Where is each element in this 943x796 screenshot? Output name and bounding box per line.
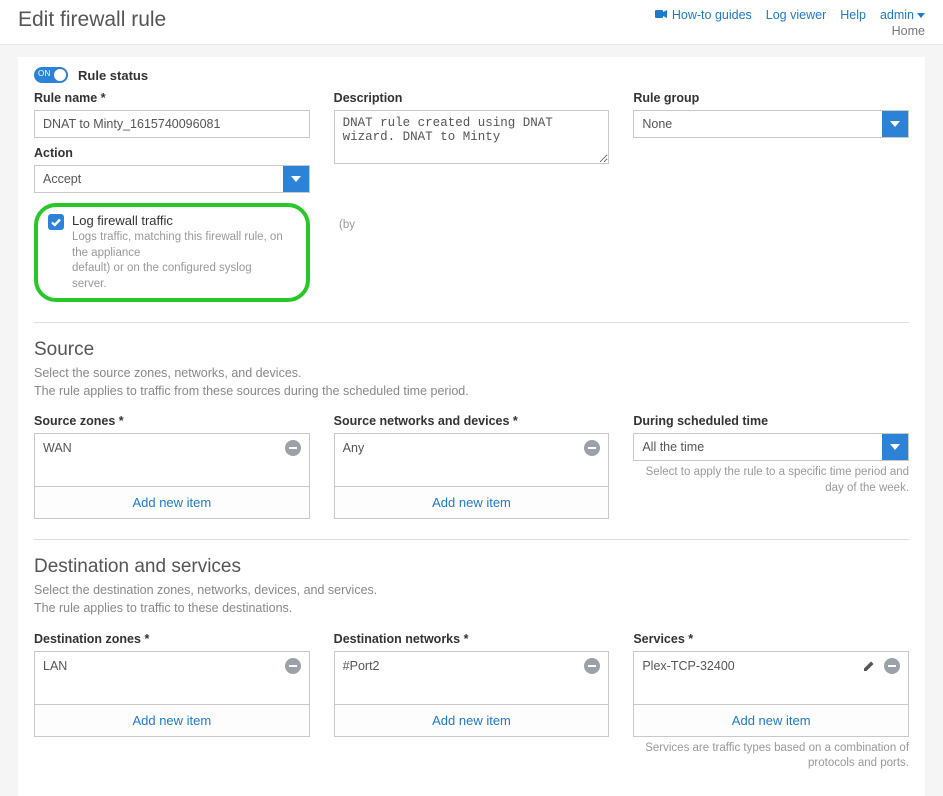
dest-section-title: Destination and services: [34, 556, 909, 578]
dest-networks-box[interactable]: #Port2: [334, 651, 610, 705]
source-networks-label: Source networks and devices: [334, 414, 610, 428]
log-traffic-help: Logs traffic, matching this firewall rul…: [72, 230, 286, 292]
source-networks-box[interactable]: Any: [334, 433, 610, 487]
chevron-down-icon[interactable]: [882, 434, 908, 460]
description-label: Description: [334, 91, 610, 105]
remove-icon[interactable]: [285, 658, 301, 674]
scheduled-time-help: Select to apply the rule to a specific t…: [633, 465, 909, 496]
source-section-title: Source: [34, 339, 909, 361]
chevron-down-icon[interactable]: [283, 166, 309, 192]
breadcrumb-home[interactable]: Home: [892, 24, 925, 38]
rule-name-input[interactable]: [34, 110, 310, 138]
action-dropdown[interactable]: Accept: [34, 165, 310, 193]
dest-networks-label: Destination networks: [334, 632, 610, 646]
rule-status-toggle[interactable]: ON: [34, 67, 68, 83]
remove-icon[interactable]: [584, 440, 600, 456]
add-service-button[interactable]: Add new item: [633, 705, 909, 737]
top-links: How-to guides Log viewer Help admin Home: [655, 8, 925, 38]
rule-name-label: Rule name: [34, 91, 310, 105]
log-traffic-highlight: Log firewall traffic Logs traffic, match…: [34, 203, 310, 302]
rule-group-label: Rule group: [633, 91, 909, 105]
rule-status-label: Rule status: [78, 68, 148, 83]
help-link[interactable]: Help: [840, 8, 866, 22]
howto-guides-link[interactable]: How-to guides: [655, 8, 752, 22]
log-viewer-link[interactable]: Log viewer: [766, 8, 826, 22]
source-zones-box[interactable]: WAN: [34, 433, 310, 487]
log-traffic-label: Log firewall traffic: [72, 213, 286, 228]
user-menu[interactable]: admin: [880, 8, 925, 22]
source-zones-label: Source zones: [34, 414, 310, 428]
scheduled-time-label: During scheduled time: [633, 414, 909, 428]
services-box[interactable]: Plex-TCP-32400: [633, 651, 909, 705]
log-traffic-help-overflow: (by: [339, 219, 355, 231]
source-section-subtitle: Select the source zones, networks, and d…: [34, 364, 909, 400]
chevron-down-icon: [917, 13, 925, 18]
pencil-icon[interactable]: [862, 659, 876, 673]
scheduled-time-dropdown[interactable]: All the time: [633, 433, 909, 461]
chevron-down-icon[interactable]: [882, 111, 908, 137]
tag-item: WAN: [43, 440, 301, 456]
tag-item: Plex-TCP-32400: [642, 658, 900, 674]
add-source-network-button[interactable]: Add new item: [334, 487, 610, 519]
log-traffic-checkbox[interactable]: [48, 214, 64, 230]
services-help: Services are traffic types based on a co…: [633, 741, 909, 772]
add-dest-zone-button[interactable]: Add new item: [34, 705, 310, 737]
remove-icon[interactable]: [285, 440, 301, 456]
dest-zones-label: Destination zones: [34, 632, 310, 646]
video-camera-icon: [655, 8, 668, 22]
action-label: Action: [34, 146, 310, 160]
tag-item: LAN: [43, 658, 301, 674]
services-label: Services: [633, 632, 909, 646]
dest-zones-box[interactable]: LAN: [34, 651, 310, 705]
remove-icon[interactable]: [884, 658, 900, 674]
tag-item: Any: [343, 440, 601, 456]
description-input[interactable]: DNAT rule created using DNAT wizard. DNA…: [334, 110, 610, 164]
tag-item: #Port2: [343, 658, 601, 674]
rule-group-dropdown[interactable]: None: [633, 110, 909, 138]
page-title: Edit firewall rule: [18, 8, 166, 32]
add-dest-network-button[interactable]: Add new item: [334, 705, 610, 737]
remove-icon[interactable]: [584, 658, 600, 674]
add-source-zone-button[interactable]: Add new item: [34, 487, 310, 519]
dest-section-subtitle: Select the destination zones, networks, …: [34, 581, 909, 617]
